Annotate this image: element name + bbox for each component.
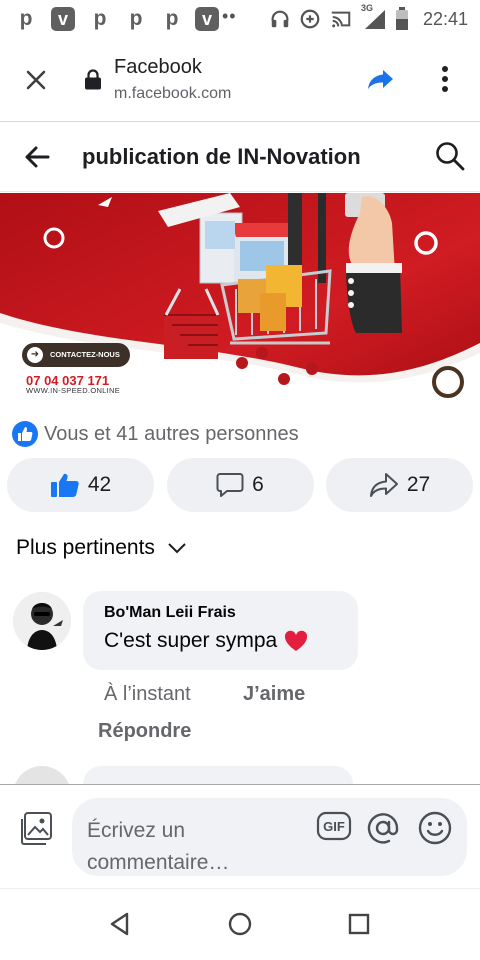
notification-app-icon: p: [93, 7, 107, 30]
like-button[interactable]: 42: [7, 458, 154, 512]
post-actions: 42 6 27: [7, 458, 473, 512]
emoji-icon[interactable]: [417, 810, 453, 846]
comment-timestamp: À l’instant: [104, 683, 191, 705]
ad-website: WWW.IN-SPEED.ONLINE: [26, 386, 121, 395]
comment-bubble: Bo'Man Leii Frais C'est super sympa: [83, 591, 358, 670]
data-saver-icon: [300, 9, 320, 29]
status-bar: p v p p p v •• 3G 22:41: [0, 0, 480, 38]
contact-us-badge: ➜ CONTACTEZ-NOUS: [22, 343, 130, 367]
arrow-right-icon: ➜: [27, 347, 43, 363]
share-count: 27: [406, 473, 431, 496]
avatar-photo: [13, 592, 71, 650]
page-header: publication de IN-Novation: [0, 122, 480, 192]
clock: 22:41: [422, 8, 468, 29]
comment-button[interactable]: 6: [166, 458, 314, 512]
share-button[interactable]: 27: [326, 458, 473, 512]
mention-icon[interactable]: [365, 810, 401, 846]
thumbs-up-icon: [50, 473, 79, 497]
nav-back-icon[interactable]: [107, 911, 133, 937]
browser-page-title[interactable]: Facebook: [114, 56, 202, 79]
comment-author[interactable]: Bo'Man Leii Frais: [104, 604, 236, 622]
search-icon[interactable]: [434, 140, 466, 172]
comment-sort-selector[interactable]: Plus pertinents: [16, 533, 187, 563]
post-image[interactable]: ➜ CONTACTEZ-NOUS 07 04 037 171 WWW.IN-SP…: [0, 193, 480, 415]
page-title: publication de IN-Novation: [82, 144, 361, 169]
more-notifications-icon: ••: [222, 6, 237, 26]
notification-app-icon: v: [195, 7, 219, 31]
comment-icon: [216, 473, 244, 497]
chevron-down-icon: [168, 543, 186, 554]
reactions-summary-text: Vous et 41 autres personnes: [44, 422, 299, 445]
headset-icon: [271, 10, 289, 28]
nav-home-icon[interactable]: [227, 911, 253, 937]
avatar[interactable]: [13, 592, 71, 650]
like-count: 42: [87, 473, 112, 496]
system-navigation-bar: [0, 888, 480, 960]
comment-input[interactable]: Écrivez un commentaire… GIF: [72, 798, 467, 876]
comment-like-button[interactable]: J’aime: [243, 683, 305, 706]
browser-toolbar: Facebook m.facebook.com: [0, 38, 480, 122]
share-arrow-icon: [369, 473, 398, 497]
close-icon[interactable]: [22, 66, 50, 94]
status-icons: 3G 22:41: [269, 3, 468, 32]
cellular-signal-icon: 3G: [361, 3, 387, 30]
comment-reply-button[interactable]: Répondre: [98, 720, 191, 743]
lock-icon: [85, 69, 101, 90]
reactions-summary[interactable]: Vous et 41 autres personnes: [12, 420, 299, 448]
notification-app-icon: v: [51, 7, 75, 31]
browser-url[interactable]: m.facebook.com: [114, 85, 231, 103]
more-options-icon[interactable]: [433, 64, 457, 94]
back-arrow-icon[interactable]: [22, 142, 52, 172]
sort-label: Plus pertinents: [16, 536, 155, 559]
nav-recent-apps-icon[interactable]: [347, 912, 371, 936]
battery-icon: [395, 7, 408, 30]
notification-app-icon: p: [165, 7, 179, 30]
notification-app-icon: p: [129, 7, 143, 30]
cta-label: CONTACTEZ-NOUS: [50, 350, 120, 359]
share-icon[interactable]: [366, 64, 396, 94]
comment-input-placeholder: Écrivez un commentaire…: [87, 819, 230, 874]
gif-icon[interactable]: GIF: [316, 810, 352, 842]
comment-count: 6: [252, 473, 264, 496]
comment-text-body: C'est super sympa: [104, 629, 278, 652]
like-reaction-icon: [12, 421, 38, 447]
cast-icon: [331, 11, 351, 28]
heart-emoji-icon: [285, 630, 308, 651]
photo-icon[interactable]: [18, 811, 54, 847]
comment-text: C'est super sympa: [104, 629, 309, 653]
comment-composer: Écrivez un commentaire… GIF: [0, 784, 480, 888]
svg-text:GIF: GIF: [323, 819, 345, 834]
notification-app-icon: p: [19, 7, 33, 30]
